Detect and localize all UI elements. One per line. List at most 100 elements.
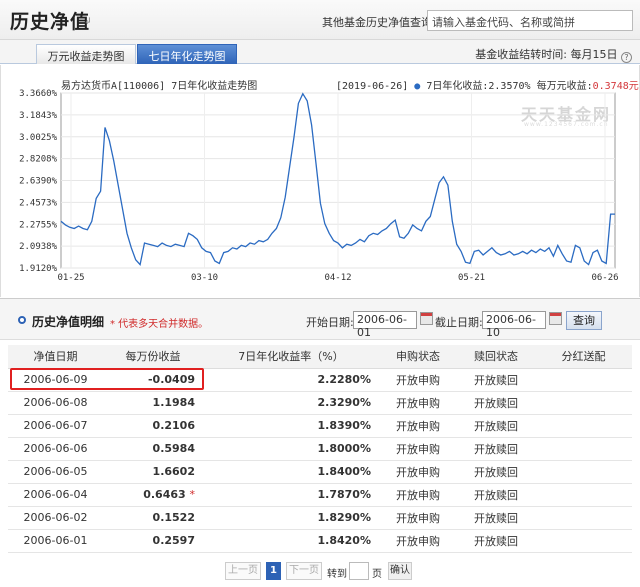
cell-dividend bbox=[535, 506, 632, 530]
col-header-buy: 申购状态 bbox=[379, 345, 457, 369]
fund-query-label: 其他基金历史净值查询: bbox=[322, 16, 436, 29]
next-page-button[interactable]: 下一页 bbox=[286, 562, 322, 580]
start-date-label: 开始日期: bbox=[306, 316, 354, 329]
cell-rate: 1.8000% bbox=[203, 437, 379, 461]
income-value: 0.5984 bbox=[152, 442, 195, 455]
yield-chart: 易方达货币A[110006] 7日年化收益走势图 [2019-06-26] ● … bbox=[0, 65, 640, 297]
x-tick-label: 05-21 bbox=[458, 273, 485, 283]
tab-wan-income-chart[interactable]: 万元收益走势图 bbox=[36, 44, 136, 64]
cell-rate: 2.2280% bbox=[203, 368, 379, 392]
section-bullet-icon bbox=[18, 316, 26, 324]
start-date-input[interactable]: 2006-06-01 bbox=[353, 311, 417, 339]
income-value: 0.6463 bbox=[143, 488, 186, 501]
income-value: 1.6602 bbox=[152, 465, 195, 478]
cell-dividend bbox=[535, 483, 632, 507]
cell-date: 2006-06-06 bbox=[8, 437, 103, 461]
cell-dividend bbox=[535, 414, 632, 438]
page-header: 历史净值 ↲ 其他基金历史净值查询: 请输入基金代码、名称或简拼 bbox=[0, 0, 640, 40]
cell-date: 2006-06-05 bbox=[8, 460, 103, 484]
prev-page-button[interactable]: 上一页 bbox=[225, 562, 261, 580]
table-header-row: 净值日期 每万份收益 7日年化收益率（%） 申购状态 赎回状态 分红送配 bbox=[8, 345, 632, 369]
cell-redeem-status: 开放赎回 bbox=[457, 483, 535, 507]
cell-date: 2006-06-08 bbox=[8, 391, 103, 415]
x-tick-label: 03-10 bbox=[191, 273, 218, 283]
cell-income: 0.6463 * bbox=[103, 483, 203, 507]
income-value: 0.2597 bbox=[152, 534, 195, 547]
cell-buy-status: 开放申购 bbox=[379, 414, 457, 438]
cell-rate: 1.7870% bbox=[203, 483, 379, 507]
settlement-info: 基金收益结转时间: 每月15日 ? bbox=[475, 46, 632, 63]
corner-arrow-icon: ↲ bbox=[84, 17, 92, 27]
cell-income: 0.2106 bbox=[103, 414, 203, 438]
income-value: 0.2106 bbox=[152, 419, 195, 432]
col-header-dividend: 分红送配 bbox=[535, 345, 632, 369]
col-header-redeem: 赎回状态 bbox=[457, 345, 535, 369]
end-date-label: 截止日期: bbox=[435, 316, 483, 329]
chart-plot: 3.3660% 3.1843% 3.0025% 2.8208% 2.6390% 2.457… bbox=[19, 89, 618, 283]
table-row: 2006-06-02 0.1522 1.8290% 开放申购 开放赎回 bbox=[8, 506, 632, 530]
y-tick-label: 1.9120% bbox=[19, 264, 58, 274]
end-date-input[interactable]: 2006-06-10 bbox=[482, 311, 546, 339]
cell-date: 2006-06-04 bbox=[8, 483, 103, 507]
cell-redeem-status: 开放赎回 bbox=[457, 506, 535, 530]
jump-label: 转到 bbox=[327, 569, 347, 580]
cell-buy-status: 开放申购 bbox=[379, 529, 457, 553]
cell-redeem-status: 开放赎回 bbox=[457, 368, 535, 392]
income-value: 1.1984 bbox=[152, 396, 195, 409]
calendar-icon[interactable] bbox=[420, 312, 433, 325]
help-icon[interactable]: ? bbox=[621, 52, 632, 63]
y-tick-label: 3.0025% bbox=[19, 133, 58, 143]
confirm-jump-button[interactable]: 确认 bbox=[388, 562, 412, 580]
query-button[interactable]: 查询 bbox=[566, 311, 602, 330]
cell-income: 0.1522 bbox=[103, 506, 203, 530]
highlight-box bbox=[10, 368, 204, 390]
cell-redeem-status: 开放赎回 bbox=[457, 437, 535, 461]
y-tick-label: 3.1843% bbox=[19, 111, 58, 121]
calendar-icon[interactable] bbox=[549, 312, 562, 325]
cell-dividend bbox=[535, 460, 632, 484]
cell-redeem-status: 开放赎回 bbox=[457, 414, 535, 438]
cell-redeem-status: 开放赎回 bbox=[457, 529, 535, 553]
merged-star: * bbox=[189, 488, 196, 501]
cell-income: 0.5984 bbox=[103, 437, 203, 461]
y-tick-label: 3.3660% bbox=[19, 89, 58, 99]
merged-data-note: * 代表多天合并数据。 bbox=[110, 319, 209, 330]
cell-rate: 1.8390% bbox=[203, 414, 379, 438]
income-value: 0.1522 bbox=[152, 511, 195, 524]
cell-rate: 1.8290% bbox=[203, 506, 379, 530]
cell-rate: 2.3290% bbox=[203, 391, 379, 415]
cell-buy-status: 开放申购 bbox=[379, 460, 457, 484]
pagination: 上一页 1 下一页 转到 页 确认 bbox=[0, 562, 640, 582]
tab-seven-day-yield-chart[interactable]: 七日年化走势图 bbox=[137, 44, 237, 64]
page-number-input[interactable] bbox=[349, 562, 369, 580]
cell-buy-status: 开放申购 bbox=[379, 391, 457, 415]
x-tick-label: 04-12 bbox=[324, 273, 351, 283]
cell-buy-status: 开放申购 bbox=[379, 437, 457, 461]
cell-income: 1.1984 bbox=[103, 391, 203, 415]
table-row: 2006-06-01 0.2597 1.8420% 开放申购 开放赎回 bbox=[8, 529, 632, 553]
fund-search-input[interactable]: 请输入基金代码、名称或简拼 bbox=[427, 10, 633, 31]
x-tick-label: 06-26 bbox=[591, 273, 618, 283]
settlement-text: 基金收益结转时间: 每月15日 bbox=[475, 48, 618, 61]
page-1-button[interactable]: 1 bbox=[266, 562, 281, 580]
cell-buy-status: 开放申购 bbox=[379, 368, 457, 392]
y-tick-label: 2.6390% bbox=[19, 177, 58, 187]
cell-date: 2006-06-01 bbox=[8, 529, 103, 553]
detail-header: 历史净值明细 * 代表多天合并数据。 开始日期: 2006-06-01 截止日期… bbox=[0, 298, 640, 340]
table-row: 2006-06-05 1.6602 1.8400% 开放申购 开放赎回 bbox=[8, 460, 632, 484]
col-header-rate: 7日年化收益率（%） bbox=[203, 345, 379, 369]
cell-income: 0.2597 bbox=[103, 529, 203, 553]
table-row: 2006-06-08 1.1984 2.3290% 开放申购 开放赎回 bbox=[8, 391, 632, 415]
y-tick-label: 2.8208% bbox=[19, 155, 58, 165]
page-label: 页 bbox=[372, 569, 382, 580]
cell-dividend bbox=[535, 529, 632, 553]
chart-tabs: 万元收益走势图 七日年化走势图 基金收益结转时间: 每月15日 ? bbox=[0, 40, 640, 64]
col-header-date: 净值日期 bbox=[8, 345, 103, 369]
cell-income: 1.6602 bbox=[103, 460, 203, 484]
table-row: 2006-06-04 0.6463 * 1.7870% 开放申购 开放赎回 bbox=[8, 483, 632, 507]
col-header-income: 每万份收益 bbox=[103, 345, 203, 369]
page-title: 历史净值 bbox=[10, 11, 91, 33]
cell-redeem-status: 开放赎回 bbox=[457, 391, 535, 415]
y-tick-label: 2.4573% bbox=[19, 198, 58, 208]
cell-redeem-status: 开放赎回 bbox=[457, 460, 535, 484]
